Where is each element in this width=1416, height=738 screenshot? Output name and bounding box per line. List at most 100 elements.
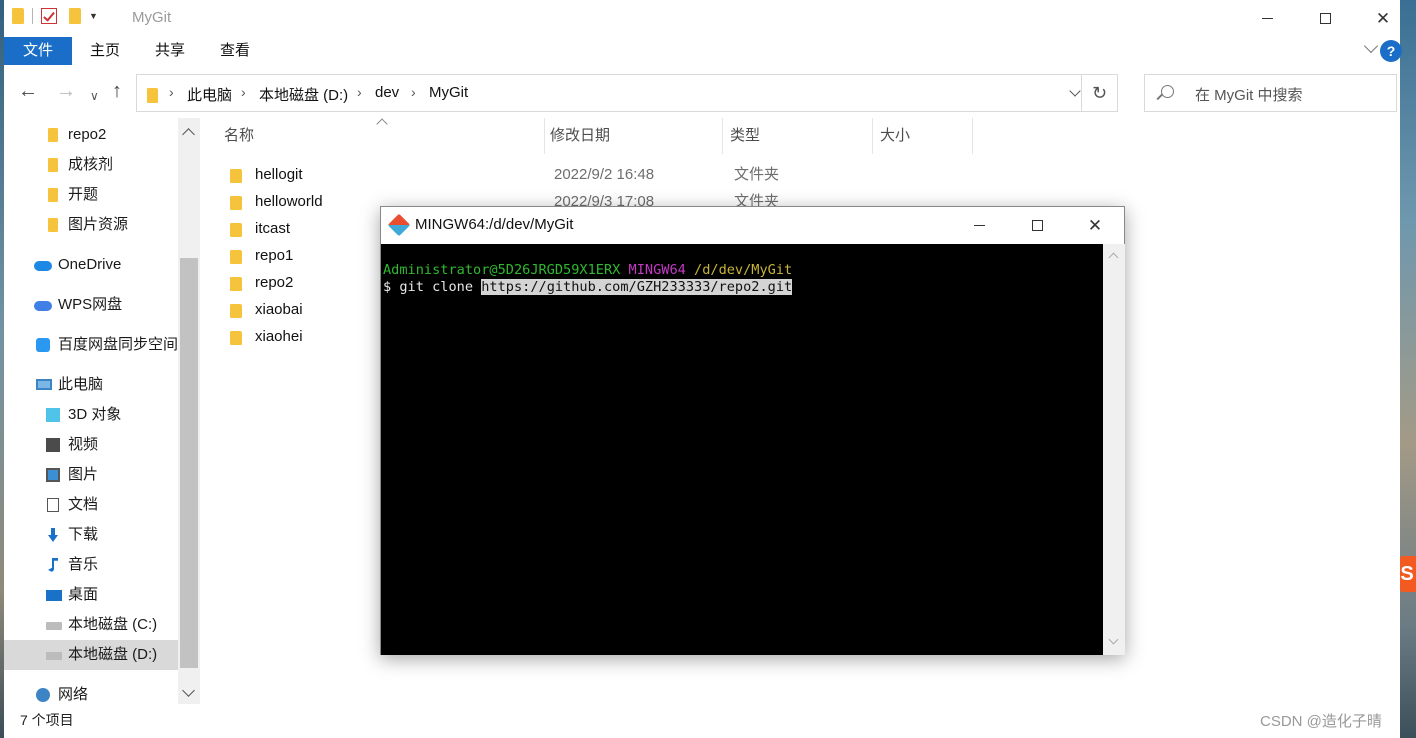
- column-divider[interactable]: [544, 118, 545, 154]
- desktop-icon: [46, 590, 62, 601]
- scroll-up-icon[interactable]: [182, 128, 195, 141]
- help-icon[interactable]: ?: [1380, 40, 1402, 62]
- nav-item-drive-d[interactable]: 本地磁盘 (D:): [4, 640, 178, 670]
- nav-item-baidu-netdisk[interactable]: 百度网盘同步空间: [4, 330, 178, 360]
- nav-item-onedrive[interactable]: OneDrive: [4, 250, 178, 280]
- tab-view[interactable]: 查看: [220, 37, 250, 65]
- breadcrumb-separator-icon[interactable]: ›: [411, 84, 416, 100]
- tab-share[interactable]: 共享: [155, 37, 185, 65]
- terminal-output[interactable]: Administrator@5D26JRGD59X1ERX MINGW64 /d…: [381, 244, 1103, 655]
- properties-icon[interactable]: [41, 8, 57, 24]
- separator: [32, 8, 33, 24]
- customize-toolbar-dropdown-icon[interactable]: ▼: [89, 11, 98, 21]
- terminal-maximize-button[interactable]: [1008, 207, 1066, 244]
- address-bar[interactable]: › 此电脑 › 本地磁盘 (D:) › dev › MyGit ↻: [136, 74, 1118, 112]
- ribbon-tabs: 文件 主页 共享 查看 ?: [4, 37, 1402, 65]
- column-header-type[interactable]: 类型: [730, 118, 760, 154]
- sort-ascending-icon: [376, 118, 388, 130]
- nav-item-videos[interactable]: 视频: [4, 430, 178, 460]
- minimize-button[interactable]: [1238, 0, 1296, 36]
- breadcrumb-mygit[interactable]: MyGit: [429, 84, 468, 101]
- back-button[interactable]: ←: [18, 81, 38, 101]
- music-icon: [48, 558, 58, 572]
- nav-item-picture-resources[interactable]: 图片资源: [4, 210, 178, 240]
- close-button[interactable]: ✕: [1354, 0, 1412, 36]
- column-divider[interactable]: [872, 118, 873, 154]
- folder-icon: [230, 169, 242, 183]
- video-icon: [46, 438, 60, 452]
- column-divider[interactable]: [972, 118, 973, 154]
- folder-icon: [147, 88, 158, 103]
- folder-icon: [230, 277, 242, 291]
- column-divider[interactable]: [722, 118, 723, 154]
- tab-home[interactable]: 主页: [90, 37, 120, 65]
- terminal-titlebar[interactable]: MINGW64:/d/dev/MyGit ✕: [381, 207, 1124, 244]
- maximize-button[interactable]: [1296, 0, 1354, 36]
- prompt-path: /d/dev/MyGit: [694, 262, 793, 278]
- nav-item-drive-c[interactable]: 本地磁盘 (C:): [4, 610, 178, 640]
- forward-button[interactable]: →: [56, 81, 76, 101]
- status-item-count: 7 个项目: [20, 712, 74, 728]
- nav-item-repo2[interactable]: repo2: [4, 120, 178, 150]
- nav-item-this-pc[interactable]: 此电脑: [4, 370, 178, 400]
- baidu-netdisk-icon: [36, 338, 50, 352]
- file-row[interactable]: hellogit 2022/9/2 16:48 文件夹: [220, 161, 1020, 188]
- git-bash-terminal-window[interactable]: MINGW64:/d/dev/MyGit ✕ Administrator@5D2…: [380, 206, 1125, 655]
- onedrive-cloud-icon: [34, 261, 52, 271]
- nav-item-chenghe[interactable]: 成核剂: [4, 150, 178, 180]
- terminal-minimize-button[interactable]: [950, 207, 1008, 244]
- drive-icon: [46, 622, 62, 630]
- scroll-down-icon[interactable]: [182, 684, 195, 697]
- network-icon: [36, 688, 50, 702]
- breadcrumb-drive-d[interactable]: 本地磁盘 (D:): [259, 84, 348, 105]
- folder-icon: [230, 196, 242, 210]
- download-icon: [48, 528, 58, 542]
- selected-repo-url[interactable]: https://github.com/GZH233333/repo2.git: [481, 279, 793, 295]
- search-icon: [1161, 85, 1174, 98]
- breadcrumb-separator-icon[interactable]: ›: [357, 84, 362, 100]
- breadcrumb-dev[interactable]: dev: [375, 84, 399, 101]
- nav-item-kaiti[interactable]: 开题: [4, 180, 178, 210]
- folder-icon: [230, 331, 242, 345]
- new-folder-icon[interactable]: [69, 8, 81, 24]
- drive-icon: [46, 652, 62, 660]
- recent-locations-chevron-icon[interactable]: ∨: [90, 86, 99, 106]
- nav-scrollbar[interactable]: [178, 118, 200, 704]
- tab-file[interactable]: 文件: [4, 37, 72, 65]
- command-prefix: $ git clone: [383, 279, 482, 295]
- column-header-date[interactable]: 修改日期: [550, 118, 610, 154]
- nav-item-desktop[interactable]: 桌面: [4, 580, 178, 610]
- breadcrumb-this-pc[interactable]: 此电脑: [187, 84, 232, 105]
- nav-item-pictures[interactable]: 图片: [4, 460, 178, 490]
- pictures-icon: [46, 468, 60, 482]
- breadcrumb-separator-icon[interactable]: ›: [241, 84, 246, 100]
- close-icon: ✕: [1087, 216, 1103, 235]
- nav-item-wps[interactable]: WPS网盘: [4, 290, 178, 320]
- folder-icon: [12, 8, 24, 24]
- sogou-ime-icon[interactable]: S: [1398, 556, 1416, 592]
- search-input[interactable]: 在 MyGit 中搜索: [1144, 74, 1397, 112]
- nav-item-documents[interactable]: 文档: [4, 490, 178, 520]
- column-header-size[interactable]: 大小: [880, 118, 910, 154]
- breadcrumb-separator-icon[interactable]: ›: [169, 84, 174, 100]
- nav-item-3d-objects[interactable]: 3D 对象: [4, 400, 178, 430]
- nav-item-downloads[interactable]: 下载: [4, 520, 178, 550]
- address-history-chevron-down-icon[interactable]: [1069, 85, 1081, 97]
- folder-icon: [48, 188, 58, 202]
- scroll-down-icon[interactable]: [1108, 634, 1119, 645]
- scrollbar-thumb[interactable]: [180, 258, 198, 668]
- window-title: MyGit: [132, 9, 172, 26]
- column-header-name[interactable]: 名称: [224, 118, 254, 154]
- expand-ribbon-chevron-icon[interactable]: [1363, 38, 1379, 54]
- up-button[interactable]: ↑: [112, 81, 122, 101]
- terminal-scrollbar[interactable]: [1103, 244, 1125, 655]
- scroll-up-icon[interactable]: [1108, 252, 1119, 263]
- terminal-close-button[interactable]: ✕: [1066, 207, 1124, 244]
- maximize-icon: [1031, 220, 1043, 231]
- nav-item-music[interactable]: 音乐: [4, 550, 178, 580]
- nav-item-network[interactable]: 网络: [4, 680, 178, 710]
- desktop-background: [1400, 0, 1416, 738]
- refresh-button[interactable]: ↻: [1081, 75, 1117, 111]
- maximize-icon: [1319, 12, 1331, 24]
- quick-access-toolbar: ▼: [12, 8, 98, 24]
